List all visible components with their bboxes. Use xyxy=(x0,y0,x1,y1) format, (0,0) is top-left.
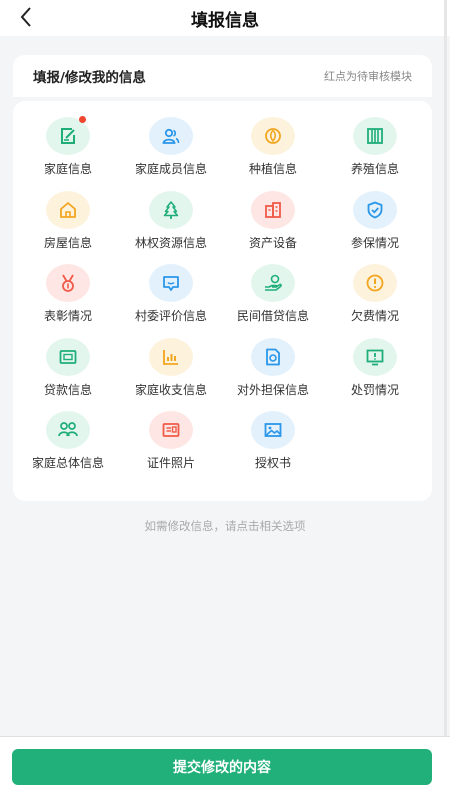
hand-coin-icon xyxy=(265,274,282,291)
chevron-left-icon xyxy=(20,7,31,27)
grid-item-authorization[interactable]: 授权书 xyxy=(223,411,323,481)
grid-item-family-info[interactable]: 家庭信息 xyxy=(18,116,118,187)
grid-item-label: 资产设备 xyxy=(248,236,297,250)
building-icon xyxy=(265,202,281,218)
medal-icon xyxy=(62,274,74,292)
shield-check-icon xyxy=(367,201,383,219)
nav-bar: 填报信息 xyxy=(0,0,450,36)
grid-item-external-guarantee[interactable]: 对外担保信息 xyxy=(223,338,323,408)
warning-board-icon xyxy=(366,349,384,366)
grid-item-label: 家庭收支信息 xyxy=(134,383,207,397)
grid-item-label: 家庭信息 xyxy=(43,162,92,176)
grid-item-label: 参保情况 xyxy=(350,236,399,250)
grid-item-forest-rights[interactable]: 林权资源信息 xyxy=(121,191,221,261)
tree-icon xyxy=(163,201,179,219)
grid-item-income-expense[interactable]: 家庭收支信息 xyxy=(121,338,221,408)
grid-item-private-lending[interactable]: 民间借贷信息 xyxy=(223,264,323,334)
comment-smile-icon xyxy=(163,276,179,291)
grid-item-arrears[interactable]: 欠费情况 xyxy=(325,264,425,334)
grid-item-label: 林权资源信息 xyxy=(134,236,207,250)
document-shield-icon xyxy=(266,348,280,366)
grid-item-family-overall[interactable]: 家庭总体信息 xyxy=(18,411,118,481)
grid-item-label: 养殖信息 xyxy=(350,162,399,176)
id-card-icon xyxy=(162,423,180,437)
grid-item-label: 房屋信息 xyxy=(43,236,92,250)
grid-item-housing[interactable]: 房屋信息 xyxy=(18,191,118,261)
pending-review-note: 红点为待审核模块 xyxy=(324,70,412,83)
grid-item-label: 家庭成员信息 xyxy=(134,162,207,176)
grid-item-label: 民间借贷信息 xyxy=(236,309,309,323)
grid-item-label: 家庭总体信息 xyxy=(31,456,104,470)
image-icon xyxy=(264,423,282,437)
bank-card-icon xyxy=(59,350,77,364)
grid-item-label: 村委评价信息 xyxy=(134,309,207,323)
alert-circle-icon xyxy=(366,274,384,292)
section-title: 填报/修改我的信息 xyxy=(33,70,146,86)
section-header: 填报/修改我的信息 红点为待审核模块 xyxy=(13,55,432,97)
grid-item-label: 贷款信息 xyxy=(43,383,92,397)
back-button[interactable] xyxy=(14,4,38,30)
group-icon xyxy=(58,422,78,437)
people-icon xyxy=(162,128,180,144)
fence-icon xyxy=(367,128,383,144)
info-module-grid: 家庭信息 家庭成员信息 种植信息 养殖信息 房屋信息 林权资源信息 资产设备 参… xyxy=(13,101,432,501)
grid-item-village-evaluation[interactable]: 村委评价信息 xyxy=(121,264,221,334)
grid-item-id-photos[interactable]: 证件照片 xyxy=(121,411,221,481)
grid-item-label: 种植信息 xyxy=(248,162,297,176)
bottom-bar: 提交修改的内容 xyxy=(0,736,450,800)
grid-item-label: 授权书 xyxy=(254,456,291,470)
grid-item-insurance[interactable]: 参保情况 xyxy=(325,191,425,261)
house-icon xyxy=(60,202,76,218)
grid-item-label: 证件照片 xyxy=(146,456,195,470)
grid-item-planting[interactable]: 种植信息 xyxy=(223,117,323,187)
pending-review-dot xyxy=(79,116,86,123)
grid-item-label: 对外担保信息 xyxy=(236,383,309,397)
grid-item-label: 处罚情况 xyxy=(350,383,399,397)
grid-item-label: 欠费情况 xyxy=(350,309,399,323)
edit-document-icon xyxy=(61,128,75,144)
page-title: 填报信息 xyxy=(191,10,259,31)
leaf-icon xyxy=(265,128,281,144)
grid-item-commendation[interactable]: 表彰情况 xyxy=(18,264,118,334)
grid-item-breeding[interactable]: 养殖信息 xyxy=(325,117,425,187)
submit-button[interactable]: 提交修改的内容 xyxy=(12,749,432,785)
grid-item-loan[interactable]: 贷款信息 xyxy=(18,338,118,408)
scrollbar[interactable] xyxy=(444,0,447,760)
bar-chart-icon xyxy=(163,350,178,365)
grid-item-family-members[interactable]: 家庭成员信息 xyxy=(121,117,221,187)
edit-hint: 如需修改信息，请点击相关选项 xyxy=(144,519,306,533)
grid-item-label: 表彰情况 xyxy=(43,309,92,323)
grid-item-penalty[interactable]: 处罚情况 xyxy=(325,338,425,408)
grid-item-assets[interactable]: 资产设备 xyxy=(223,191,323,261)
